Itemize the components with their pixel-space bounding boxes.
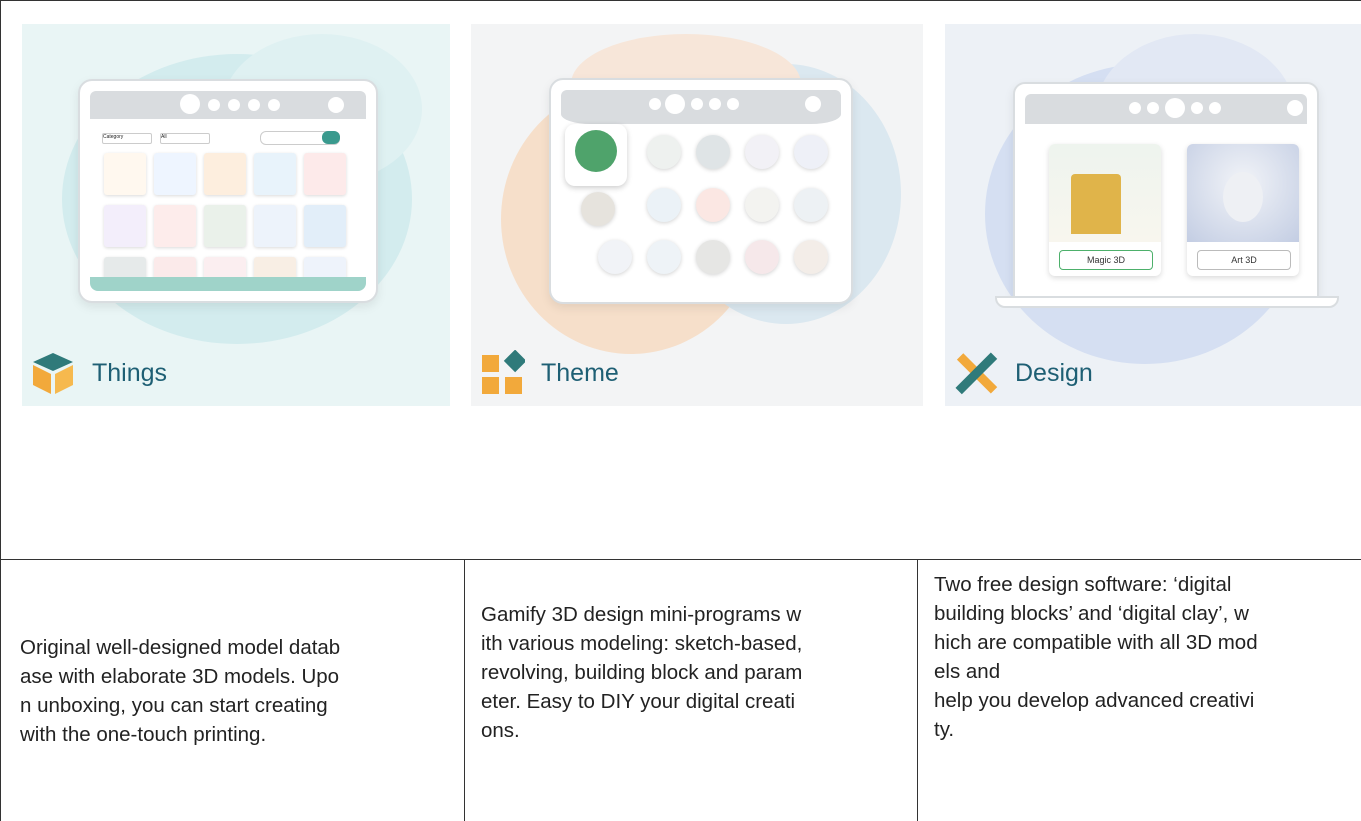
design-card[interactable]: Magic 3D Art 3D Design bbox=[945, 24, 1361, 406]
app-top-bar bbox=[90, 91, 366, 119]
laptop-base bbox=[995, 296, 1339, 308]
app-top-bar bbox=[561, 90, 841, 124]
design-description: Two free design software: ‘digital build… bbox=[934, 573, 1258, 741]
feature-image-row: Category All Things Theme Magic 3D Art 3… bbox=[0, 0, 1361, 560]
magic-3d-label: Magic 3D bbox=[1059, 250, 1153, 270]
chat-icon bbox=[1287, 100, 1303, 116]
card-title-theme: Theme bbox=[541, 359, 619, 387]
theme-home-icon bbox=[665, 94, 685, 114]
crossed-tools-icon bbox=[955, 352, 998, 395]
cube-box-icon bbox=[33, 353, 73, 394]
card-title-design: Design bbox=[1015, 359, 1093, 387]
things-card[interactable]: Category All Things bbox=[22, 24, 450, 406]
card-title-things: Things bbox=[92, 359, 168, 387]
filter-dropdown[interactable]: All bbox=[160, 133, 210, 144]
things-description-cell: Original well-designed model datab ase w… bbox=[0, 560, 464, 821]
theme-card[interactable]: Theme bbox=[471, 24, 923, 406]
tablet-mockup bbox=[549, 78, 853, 304]
theme-description: Gamify 3D design mini-programs w ith var… bbox=[481, 603, 803, 742]
theme-description-cell: Gamify 3D design mini-programs w ith var… bbox=[464, 560, 917, 821]
featured-theme-tile[interactable] bbox=[565, 124, 627, 186]
things-description: Original well-designed model datab ase w… bbox=[20, 635, 341, 746]
design-description-cell: Two free design software: ‘digital build… bbox=[917, 560, 1361, 821]
tiles-grid-icon bbox=[482, 350, 525, 394]
category-dropdown[interactable]: Category bbox=[102, 133, 152, 144]
magic-3d-app-card[interactable]: Magic 3D bbox=[1049, 144, 1161, 276]
description-row: Original well-designed model datab ase w… bbox=[0, 560, 1361, 821]
laptop-mockup: Magic 3D Art 3D bbox=[1013, 82, 1319, 298]
home-icon bbox=[180, 94, 200, 114]
art-3d-app-card[interactable]: Art 3D bbox=[1187, 144, 1299, 276]
search-icon[interactable] bbox=[322, 131, 340, 144]
app-top-bar bbox=[1025, 94, 1307, 124]
art-3d-label: Art 3D bbox=[1197, 250, 1291, 270]
design-home-icon bbox=[1165, 98, 1185, 118]
chat-icon bbox=[805, 96, 821, 112]
chat-icon bbox=[328, 97, 344, 113]
tablet-mockup: Category All bbox=[78, 79, 378, 303]
